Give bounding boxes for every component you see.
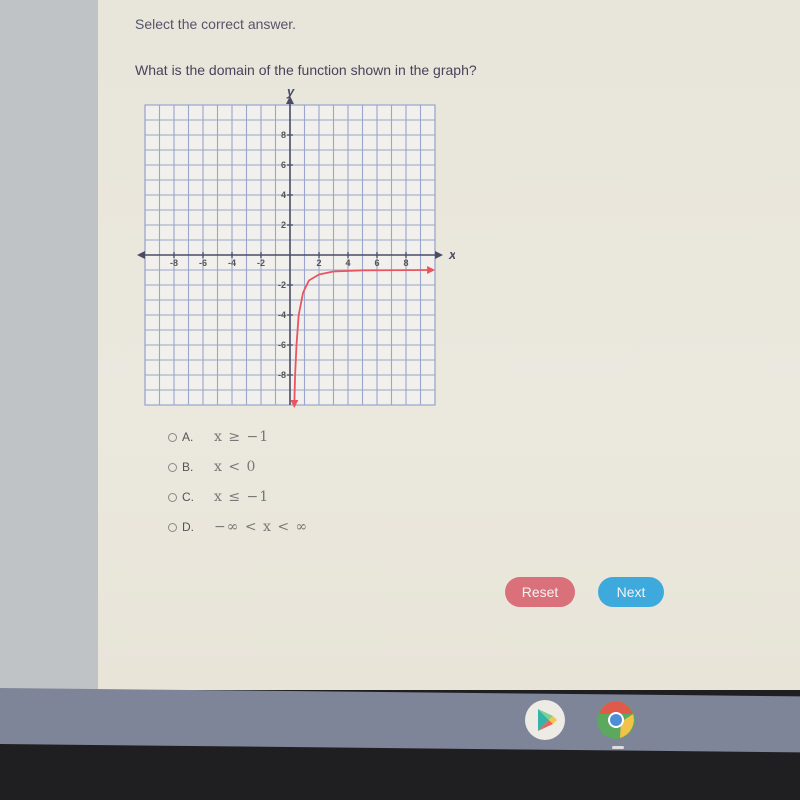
taskbar-shelf — [0, 688, 800, 753]
y-tick-label: 2 — [281, 220, 286, 230]
choice-expression: x ≤ −1 — [214, 489, 270, 505]
choice-c[interactable]: C. x ≤ −1 — [168, 482, 308, 512]
choice-letter: A. — [182, 430, 194, 444]
x-tick-label: 8 — [403, 258, 408, 268]
choice-letter: B. — [182, 460, 194, 474]
x-axis-right-arrow — [435, 251, 443, 259]
x-axis-left-arrow — [137, 251, 145, 259]
radio-button[interactable] — [168, 432, 177, 442]
choice-expression: x < 0 — [214, 459, 257, 475]
choice-expression: x ≥ −1 — [214, 429, 270, 445]
app-running-indicator — [612, 746, 624, 749]
y-tick-label: -4 — [278, 310, 286, 320]
x-tick-label: -2 — [257, 258, 265, 268]
choice-expression: −∞ < x < ∞ — [214, 519, 309, 535]
x-axis-label: x — [448, 247, 455, 262]
answer-choices: A. x ≥ −1 B. x < 0 C. x ≤ −1 D. −∞ < x <… — [168, 422, 308, 542]
sidebar — [0, 0, 99, 690]
x-tick-label: -6 — [199, 258, 207, 268]
choice-b[interactable]: B. x < 0 — [168, 452, 308, 482]
reset-button[interactable]: Reset — [505, 577, 575, 607]
y-tick-label: -8 — [278, 370, 286, 380]
y-axis-label: y — [286, 88, 295, 99]
x-tick-label: 6 — [374, 258, 379, 268]
instruction-text: Select the correct answer. — [135, 16, 297, 32]
radio-button[interactable] — [168, 492, 177, 502]
question-text: What is the domain of the function shown… — [135, 62, 477, 78]
choice-letter: D. — [182, 520, 194, 534]
y-tick-label: 4 — [281, 190, 286, 200]
y-tick-label: 8 — [281, 130, 286, 140]
y-tick-label: -6 — [278, 340, 286, 350]
chrome-icon[interactable] — [596, 700, 636, 740]
x-tick-label: -4 — [228, 258, 236, 268]
y-tick-label: 6 — [281, 160, 286, 170]
x-tick-label: -8 — [170, 258, 178, 268]
x-tick-label: 2 — [316, 258, 321, 268]
x-tick-label: 4 — [345, 258, 350, 268]
radio-button[interactable] — [168, 522, 177, 532]
y-tick-label: -2 — [278, 280, 286, 290]
radio-button[interactable] — [168, 462, 177, 472]
choice-d[interactable]: D. −∞ < x < ∞ — [168, 512, 308, 542]
choice-a[interactable]: A. x ≥ −1 — [168, 422, 308, 452]
function-graph: x y -8 -6 -4 -2 2 4 6 8 8 6 4 2 -2 -4 -6 -8 — [137, 88, 455, 408]
play-store-icon[interactable] — [525, 700, 565, 740]
choice-letter: C. — [182, 490, 194, 504]
next-button[interactable]: Next — [598, 577, 664, 607]
